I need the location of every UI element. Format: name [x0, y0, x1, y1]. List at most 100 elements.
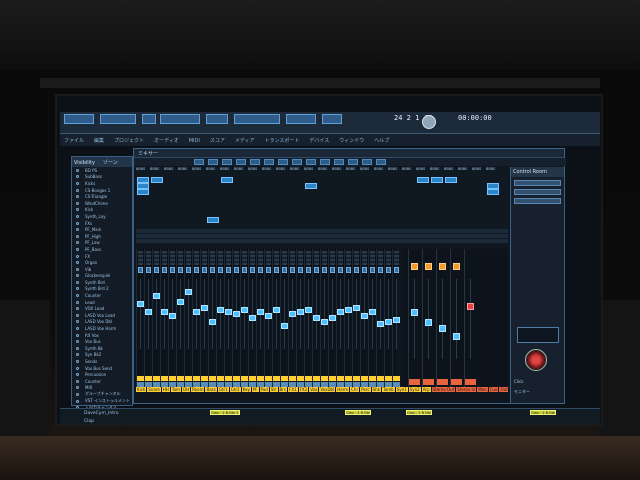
monitor-label[interactable]: モニター [514, 389, 530, 395]
toolbar-button[interactable] [236, 159, 246, 165]
visibility-toggle-icon[interactable] [76, 221, 79, 225]
visibility-item[interactable]: PF_Low [72, 240, 132, 247]
visibility-toggle-icon[interactable] [76, 254, 79, 258]
toolbar-button[interactable] [362, 159, 372, 165]
pan-control[interactable] [354, 267, 359, 273]
eq-knobs[interactable] [362, 251, 367, 265]
toolbar-button[interactable] [348, 159, 358, 165]
channel-strip[interactable] [264, 249, 272, 387]
channel-name[interactable]: Perc [360, 387, 371, 392]
eq-knobs[interactable] [194, 251, 199, 265]
control-room-volume-dial[interactable] [525, 349, 547, 371]
output-name[interactable]: Cue [488, 387, 499, 392]
eq-knobs[interactable] [378, 251, 383, 265]
visibility-item[interactable]: Kicks [72, 180, 132, 187]
toolbar-button[interactable] [208, 159, 218, 165]
fader-handle[interactable] [201, 305, 208, 311]
visibility-toggle-icon[interactable] [76, 214, 79, 218]
visibility-item[interactable]: Synth Bk [72, 345, 132, 352]
output-name[interactable]: Mon [477, 387, 488, 392]
visibility-item[interactable]: Syn Bk2 [72, 352, 132, 359]
channel-strip[interactable] [344, 249, 352, 387]
fader-handle[interactable] [425, 319, 432, 326]
visibility-toggle-icon[interactable] [76, 280, 79, 284]
channel-name[interactable]: Kick [136, 387, 147, 392]
pan-control[interactable] [314, 267, 319, 273]
visibility-item[interactable]: SubBass [72, 174, 132, 181]
transport-button[interactable] [206, 114, 228, 124]
visibility-toggle-icon[interactable] [76, 294, 79, 298]
pan-control[interactable] [274, 267, 279, 273]
channel-strip[interactable] [392, 249, 400, 387]
channel-name[interactable]: Pad [259, 387, 269, 392]
eq-knobs[interactable] [274, 251, 279, 265]
eq-knobs[interactable] [226, 251, 231, 265]
fader-handle[interactable] [137, 301, 144, 307]
channel-strip[interactable] [304, 249, 312, 387]
eq-knobs[interactable] [314, 251, 319, 265]
fader-handle[interactable] [361, 313, 368, 319]
menu-item[interactable]: ヘルプ [374, 138, 389, 144]
pan-control[interactable] [202, 267, 207, 273]
eq-knobs[interactable] [370, 251, 375, 265]
output-name[interactable]: Stereo In [456, 387, 477, 392]
insert-slot[interactable] [221, 177, 233, 183]
visibility-tab[interactable]: Visibility [74, 160, 95, 166]
channel-strip[interactable] [288, 249, 296, 387]
eq-knobs[interactable] [234, 251, 239, 265]
channel-name[interactable]: OH [181, 387, 191, 392]
pan-control[interactable] [306, 267, 311, 273]
control-room-slot[interactable] [514, 189, 561, 195]
visibility-item[interactable]: LASD Vox Dbl [72, 319, 132, 326]
visibility-toggle-icon[interactable] [76, 307, 79, 311]
fader-handle[interactable] [153, 293, 160, 299]
visibility-toggle-icon[interactable] [76, 274, 79, 278]
menu-item[interactable]: ウィンドウ [339, 138, 364, 144]
channel-strip[interactable] [216, 249, 224, 387]
fader-handle[interactable] [345, 307, 352, 313]
toolbar-button[interactable] [264, 159, 274, 165]
visibility-item[interactable]: BD PS [72, 167, 132, 174]
eq-knobs[interactable] [338, 251, 343, 265]
visibility-item[interactable]: Synth Brd [72, 279, 132, 286]
track-name[interactable]: DaveCym_Intro [84, 411, 119, 416]
toolbar-button[interactable] [320, 159, 330, 165]
visibility-toggle-icon[interactable] [76, 313, 79, 317]
eq-knobs[interactable] [162, 251, 167, 265]
visibility-toggle-icon[interactable] [76, 333, 79, 337]
output-strip[interactable] [422, 249, 434, 387]
visibility-item[interactable]: LASD Vox Harm [72, 325, 132, 332]
output-strip[interactable] [464, 249, 476, 387]
channel-name[interactable]: Arp [421, 387, 431, 392]
fader-handle[interactable] [313, 315, 320, 321]
eq-knobs[interactable] [354, 251, 359, 265]
pan-control[interactable] [322, 267, 327, 273]
pan-control[interactable] [378, 267, 383, 273]
channel-name[interactable]: Str [269, 387, 278, 392]
audio-clip[interactable]: Clap - 1 B Dbl 1 [210, 410, 240, 415]
eq-knobs[interactable] [138, 251, 143, 265]
visibility-toggle-icon[interactable] [76, 300, 79, 304]
menu-item[interactable]: ファイル [64, 138, 84, 144]
fader-handle[interactable] [321, 319, 328, 325]
visibility-toggle-icon[interactable] [76, 181, 79, 185]
eq-knobs[interactable] [154, 251, 159, 265]
menu-item[interactable]: MIDI [189, 138, 200, 144]
visibility-toggle-icon[interactable] [76, 360, 79, 364]
channel-strip[interactable] [360, 249, 368, 387]
channel-strip[interactable] [152, 249, 160, 387]
channel-name[interactable]: Gtr1 [217, 387, 229, 392]
channel-strip[interactable] [272, 249, 280, 387]
insert-slot[interactable] [487, 189, 499, 195]
eq-knobs[interactable] [330, 251, 335, 265]
insert-slot[interactable] [417, 177, 429, 183]
channel-strip[interactable] [240, 249, 248, 387]
audio-clip[interactable]: Clap - 1 B Dbl 4 [530, 410, 556, 415]
channel-strip[interactable] [312, 249, 320, 387]
fader-handle[interactable] [385, 319, 392, 325]
channel-name[interactable]: Gtr2 [229, 387, 241, 392]
pan-control[interactable] [330, 267, 335, 273]
pan-control[interactable] [186, 267, 191, 273]
visibility-item[interactable]: FX [72, 253, 132, 260]
visibility-toggle-icon[interactable] [76, 267, 79, 271]
